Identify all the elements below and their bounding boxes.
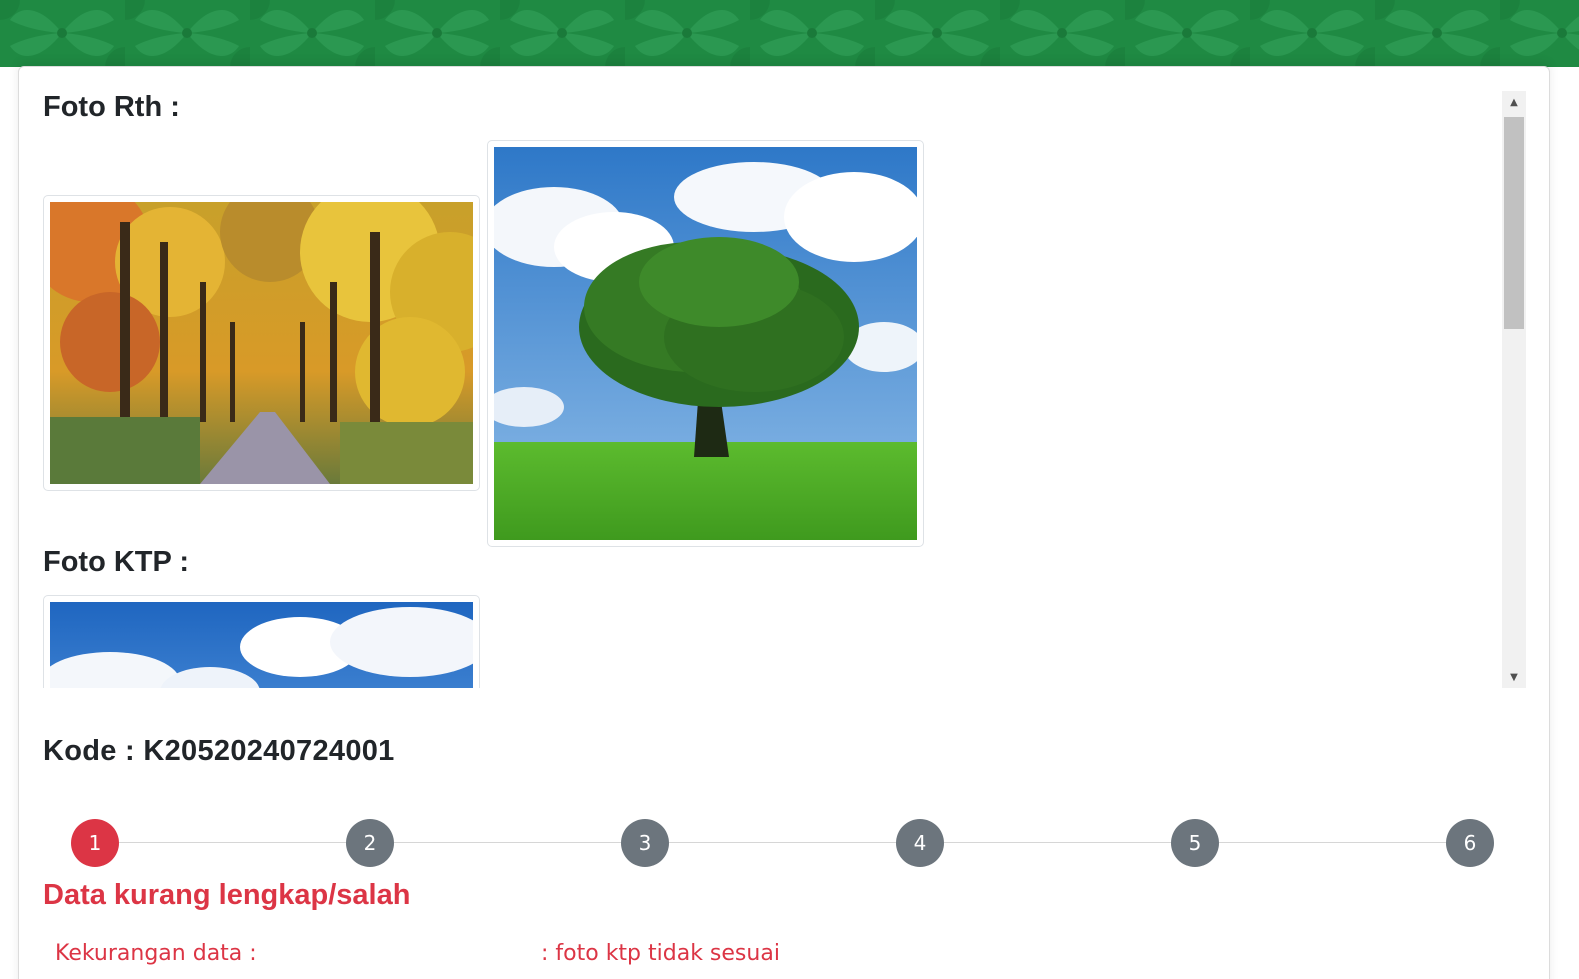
kode-label: Kode : K20520240724001 bbox=[43, 735, 395, 767]
kekurangan-label: Kekurangan data : bbox=[55, 941, 257, 966]
status-title: Data kurang lengkap/salah bbox=[43, 879, 411, 911]
sky-clouds-photo-icon bbox=[50, 602, 473, 688]
kekurangan-value: : foto ktp tidak sesuai bbox=[541, 941, 780, 966]
single-tree-field-photo-icon bbox=[494, 147, 917, 540]
progress-stepper: 1 2 3 4 5 6 bbox=[71, 819, 1497, 867]
photo-panel[interactable]: Foto Rth : Foto KTP: bbox=[43, 91, 1526, 688]
detail-card: Foto Rth : Foto KTP: ▲ ▼ Kode: K205202… bbox=[18, 66, 1550, 979]
banner-pattern bbox=[0, 0, 1579, 67]
step-4[interactable]: 4 bbox=[896, 819, 944, 867]
step-2[interactable]: 2 bbox=[346, 819, 394, 867]
header-banner bbox=[0, 0, 1579, 67]
step-6[interactable]: 6 bbox=[1446, 819, 1494, 867]
rth-photo-1[interactable] bbox=[43, 195, 480, 491]
scroll-down-icon[interactable]: ▼ bbox=[1502, 666, 1526, 688]
scroll-up-icon[interactable]: ▲ bbox=[1502, 91, 1526, 113]
step-3[interactable]: 3 bbox=[621, 819, 669, 867]
foto-ktp-title: Foto KTP : bbox=[43, 546, 190, 578]
ktp-photo-1[interactable] bbox=[43, 595, 480, 688]
autumn-tree-road-photo-icon bbox=[50, 202, 473, 484]
scrollbar-thumb[interactable] bbox=[1504, 117, 1524, 329]
photo-panel-scrollbar[interactable]: ▲ ▼ bbox=[1502, 91, 1526, 688]
foto-rth-title: Foto Rth : bbox=[43, 91, 180, 123]
rth-photo-2[interactable] bbox=[487, 140, 924, 547]
step-5[interactable]: 5 bbox=[1171, 819, 1219, 867]
stepper-line bbox=[95, 842, 1473, 843]
step-1[interactable]: 1 bbox=[71, 819, 119, 867]
